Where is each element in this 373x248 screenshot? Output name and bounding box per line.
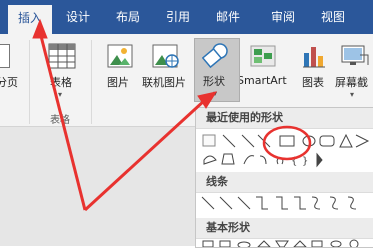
tab-view[interactable]: 视图 xyxy=(313,0,353,34)
chevron-down-icon: ▾ xyxy=(213,89,218,98)
table-icon[interactable] xyxy=(48,43,76,69)
page-break-icon[interactable] xyxy=(0,44,10,68)
chart-button[interactable]: 图表 xyxy=(302,74,324,90)
online-picture-icon[interactable] xyxy=(152,43,180,69)
shapes-button[interactable]: 形状 ▾ xyxy=(194,38,240,102)
table-button[interactable]: 表格 xyxy=(50,74,72,90)
document-area xyxy=(0,127,195,246)
shapes-label: 形状 xyxy=(203,75,225,88)
chevron-down-icon: ▾ xyxy=(350,90,355,99)
ribbon-tab-bar: 插入 设计 布局 引用 邮件 审阅 视图 xyxy=(0,0,373,34)
tab-layout[interactable]: 布局 xyxy=(108,0,148,34)
chevron-down-icon: ▾ xyxy=(58,90,63,99)
shapes-icon xyxy=(201,42,230,70)
screenshot-icon[interactable] xyxy=(340,43,370,69)
chart-icon[interactable] xyxy=(302,43,326,69)
page-break-button[interactable]: 分页 xyxy=(0,74,18,90)
picture-button[interactable]: 图片 xyxy=(107,74,129,90)
group-separator xyxy=(91,40,92,124)
tab-mailings[interactable]: 邮件 xyxy=(208,0,248,34)
tab-design[interactable]: 设计 xyxy=(58,0,98,34)
smartart-icon[interactable] xyxy=(250,43,276,69)
tab-references[interactable]: 引用 xyxy=(158,0,198,34)
shapes-dropdown: 最近使用的形状 线条 基本形状 { } xyxy=(195,107,373,248)
svg-text:{: { xyxy=(291,156,297,167)
group-label-tables: 表格 xyxy=(50,115,70,126)
tab-review[interactable]: 审阅 xyxy=(263,0,303,34)
group-separator xyxy=(29,40,30,124)
smartart-button[interactable]: SmartArt xyxy=(237,74,287,87)
tab-insert[interactable]: 插入 xyxy=(8,5,52,34)
shape-gallery-icons[interactable]: { } xyxy=(196,108,373,247)
online-picture-button[interactable]: 联机图片 xyxy=(142,74,186,90)
svg-text:}: } xyxy=(302,156,308,167)
picture-icon[interactable] xyxy=(107,43,133,69)
screenshot-button[interactable]: 屏幕截 xyxy=(335,74,368,90)
